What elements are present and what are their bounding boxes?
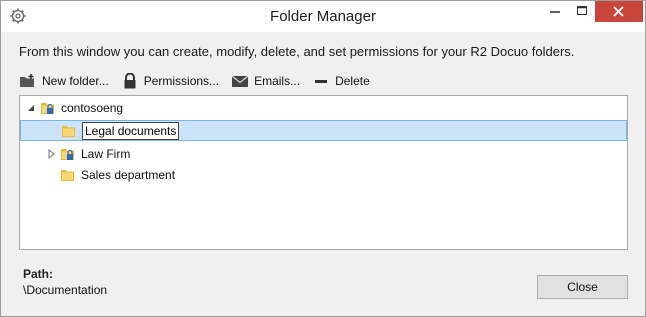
collapse-icon[interactable]	[26, 103, 36, 113]
title-bar: Folder Manager	[1, 1, 645, 32]
tree-item-label: Law Firm	[81, 146, 131, 161]
locked-folder-icon	[61, 148, 74, 160]
tree-item-sales-department[interactable]: Sales department	[20, 164, 627, 185]
path-label: Path:	[23, 267, 53, 281]
expand-icon[interactable]	[46, 148, 56, 159]
close-icon[interactable]	[595, 1, 643, 22]
minimize-icon[interactable]	[541, 1, 569, 22]
emails-button[interactable]: Emails...	[231, 73, 300, 89]
folder-icon	[62, 125, 75, 137]
new-folder-label: New folder...	[42, 74, 109, 88]
intro-text: From this window you can create, modify,…	[19, 44, 575, 59]
tree-root[interactable]: contosoeng	[20, 97, 627, 118]
emails-label: Emails...	[254, 74, 301, 88]
tree-root-label: contosoeng	[61, 100, 124, 115]
minus-icon	[315, 80, 328, 83]
tree-item-legal-documents[interactable]: Legal documents	[20, 120, 627, 141]
tree-item-law-firm[interactable]: Law Firm	[20, 143, 627, 164]
folder-manager-window: Folder Manager From this window you can …	[0, 0, 646, 317]
folder-icon	[61, 169, 74, 181]
delete-label: Delete	[335, 74, 370, 88]
new-folder-button[interactable]: New folder...	[19, 73, 109, 89]
permissions-label: Permissions...	[143, 74, 220, 88]
rename-input[interactable]: Legal documents	[82, 121, 180, 140]
new-folder-icon	[20, 74, 34, 87]
permissions-button[interactable]: Permissions...	[121, 73, 219, 89]
path-value: \Documentation	[23, 283, 108, 297]
close-button[interactable]: Close	[537, 275, 628, 299]
tree-item-label: Sales department	[81, 167, 176, 182]
folder-tree[interactable]: contosoeng Legal documents Law Firm Sale…	[19, 95, 628, 250]
maximize-icon[interactable]	[569, 1, 595, 22]
delete-button[interactable]: Delete	[312, 73, 370, 89]
lock-icon	[124, 73, 136, 89]
toolbar: New folder... Permissions... Emails... D…	[19, 71, 382, 91]
locked-folder-icon	[41, 102, 54, 114]
envelope-icon	[231, 75, 249, 87]
